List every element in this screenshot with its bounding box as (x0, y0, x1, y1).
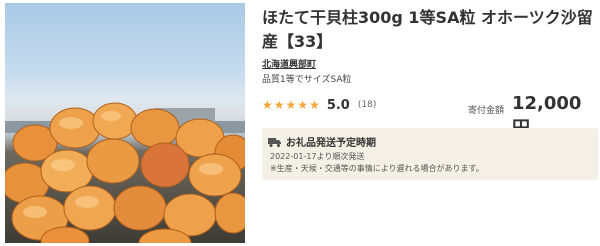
star-icon: ★ (297, 98, 309, 112)
region-link[interactable]: 北海道興部町 (262, 57, 316, 70)
dried-scallop-photo (5, 102, 245, 243)
rating-score: 5.0 (326, 97, 350, 113)
product-title[interactable]: ほたて干貝柱300g 1等SA粒 オホーツク沙留産【33】 (262, 6, 598, 54)
product-info: ほたて干貝柱300g 1等SA粒 オホーツク沙留産【33】 北海道興部町 品質1… (262, 0, 598, 246)
product-description: 品質1等でサイズSA粒 (262, 75, 352, 85)
shipping-info: お礼品発送予定時期 2022-01-17より順次発送 ※生産・天候・交通等の事情… (262, 128, 598, 180)
price-label: 寄付金額 (468, 106, 505, 116)
star-icon: ★ (273, 98, 285, 112)
product-card[interactable]: ほたて干貝柱300g 1等SA粒 オホーツク沙留産【33】 北海道興部町 品質1… (0, 0, 600, 246)
rating[interactable]: ★ ★ ★ ★ ★ 5.0 (18) (262, 95, 376, 115)
star-icon: ★ (262, 98, 273, 112)
rating-stars: ★ ★ ★ ★ ★ (262, 99, 321, 111)
shipping-note: ※生産・天候・交通等の事情により遅れる場合があります。 (270, 164, 484, 173)
star-icon: ★ (285, 98, 297, 112)
shipping-date: 2022-01-17より順次発送 (270, 152, 365, 161)
star-icon: ★ (309, 98, 320, 112)
shipping-title: お礼品発送予定時期 (286, 138, 376, 149)
truck-icon (268, 138, 281, 148)
review-count[interactable]: (18) (358, 100, 376, 110)
product-image[interactable] (5, 3, 245, 243)
